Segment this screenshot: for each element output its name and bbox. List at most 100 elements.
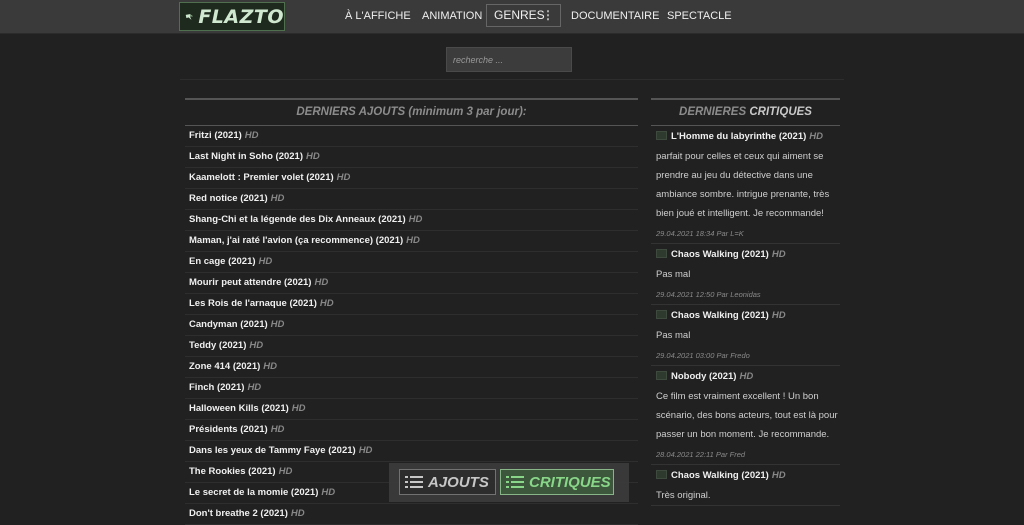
review-thumbnail-icon [656,310,667,319]
hd-badge: HD [270,424,285,435]
review-item: Chaos Walking (2021) HD Pas mal 29.04.2021 … [651,246,840,305]
hd-badge: HD [270,193,285,204]
list-icon [405,476,423,488]
review-meta: 29.04.2021 18:34 Par L=K [656,229,744,238]
hd-badge: HD [336,172,351,183]
review-title-link[interactable]: Chaos Walking (2021) HD [656,467,840,485]
hd-badge: HD [258,256,273,267]
latest-item[interactable]: Don't breathe 2 (2021) HD [185,504,638,525]
latest-item-title: Présidents (2021) [189,424,268,435]
review-thumbnail-icon [656,131,667,140]
review-thumbnail-icon [656,249,667,258]
latest-item-title: En cage (2021) [189,256,256,267]
review-title-link[interactable]: L'Homme du labyrinthe (2021) HD [656,128,840,146]
latest-item-title: Dans les yeux de Tammy Faye (2021) [189,445,356,456]
latest-item[interactable]: Dans les yeux de Tammy Faye (2021) HD [185,441,638,462]
review-text: Pas mal [656,269,691,280]
review-text: Ce film est vraiment excellent ! Un bon … [656,391,838,440]
latest-item-title: Fritzi (2021) [189,130,242,141]
reviews-heading-strong: CRITIQUES [749,106,812,118]
review-item: Chaos Walking (2021) HD Pas mal 29.04.2021 … [651,307,840,366]
latest-item[interactable]: Teddy (2021) HD [185,336,638,357]
nav-a-laffiche[interactable]: À L'AFFICHE [345,0,411,33]
latest-item-title: Le secret de la momie (2021) [189,487,319,498]
latest-item-title: Candyman (2021) [189,319,268,330]
review-text: Très original. [656,490,711,501]
latest-item[interactable]: En cage (2021) HD [185,252,638,273]
latest-reviews-panel: DERNIERES CRITIQUES L'Homme du labyrinth… [651,98,840,506]
logo-mark-icon [185,13,193,20]
review-title: L'Homme du labyrinthe (2021) [671,131,807,142]
tab-ajouts[interactable]: AJOUTS [399,469,496,495]
hd-badge: HD [406,235,420,246]
review-meta: 28.04.2021 22:11 Par Fred [656,450,746,459]
more-vertical-icon: ⋮ [542,8,554,22]
review-item: Chaos Walking (2021) HD Très original. [651,467,840,506]
divider [180,79,844,80]
review-title: Chaos Walking (2021) [671,470,769,481]
tab-ajouts-label: AJOUTS [428,473,489,491]
nav-genres-dropdown[interactable]: GENRES ⋮ [486,4,561,27]
hd-badge: HD [278,466,293,477]
latest-item[interactable]: Finch (2021) HD [185,378,638,399]
latest-item-title: Teddy (2021) [189,340,247,351]
latest-item-title: The Rookies (2021) [189,466,276,477]
tab-critiques-label: CRITIQUES [529,473,611,491]
review-title: Chaos Walking (2021) [671,249,769,260]
latest-item-title: Les Rois de l'arnaque (2021) [189,298,317,309]
latest-item[interactable]: Mourir peut attendre (2021) HD [185,273,638,294]
latest-item[interactable]: Halloween Kills (2021) HD [185,399,638,420]
hd-badge: HD [739,371,754,382]
review-thumbnail-icon [656,470,667,479]
hd-badge: HD [247,382,262,393]
review-item: Nobody (2021) HD Ce film est vraiment exce… [651,368,840,465]
latest-item[interactable]: Maman, j'ai raté l'avion (ça recommence)… [185,231,638,252]
reviews-heading-prefix: DERNIERES [679,106,747,118]
latest-item[interactable]: Last Night in Soho (2021) HD [185,147,638,168]
nav-animation[interactable]: ANIMATION [422,0,482,33]
review-title: Chaos Walking (2021) [671,310,769,321]
hd-badge: HD [771,470,786,481]
hd-badge: HD [358,445,373,456]
review-meta: 29.04.2021 03:00 Par Fredo [656,351,750,360]
latest-item[interactable]: Kaamelott : Premier volet (2021) HD [185,168,638,189]
nav-spectacle[interactable]: SPECTACLE [667,0,732,33]
latest-item[interactable]: Candyman (2021) HD [185,315,638,336]
latest-item[interactable]: Présidents (2021) HD [185,420,638,441]
review-title-link[interactable]: Chaos Walking (2021) HD [656,307,840,325]
latest-item-title: Don't breathe 2 (2021) [189,508,288,519]
review-list: L'Homme du labyrinthe (2021) HD parfait po… [651,128,840,506]
latest-item-title: Shang-Chi et la légende des Dix Anneaux … [189,214,406,225]
latest-item[interactable]: Zone 414 (2021) HD [185,357,638,378]
site-logo[interactable]: FLAZTO [179,2,285,31]
tab-switcher: AJOUTS CRITIQUES [389,463,629,502]
review-title-link[interactable]: Chaos Walking (2021) HD [656,246,840,264]
latest-additions-heading: DERNIERS AJOUTS (minimum 3 par jour): [185,98,638,126]
latest-item-title: Halloween Kills (2021) [189,403,289,414]
latest-item[interactable]: Shang-Chi et la légende des Dix Anneaux … [185,210,638,231]
latest-item[interactable]: Fritzi (2021) HD [185,126,638,147]
review-text: Pas mal [656,330,691,341]
hd-badge: HD [249,340,264,351]
hd-badge: HD [319,298,334,309]
nav-documentaire[interactable]: DOCUMENTAIRE [571,0,659,33]
hd-badge: HD [290,508,305,519]
hd-badge: HD [244,130,259,141]
hd-badge: HD [306,151,320,162]
review-thumbnail-icon [656,371,667,380]
hd-badge: HD [263,361,278,372]
review-title: Nobody (2021) [671,371,737,382]
latest-item-title: Mourir peut attendre (2021) [189,277,312,288]
review-text: parfait pour celles et ceux qui aiment s… [656,151,830,219]
hd-badge: HD [771,310,786,321]
tab-critiques[interactable]: CRITIQUES [500,469,614,495]
review-title-link[interactable]: Nobody (2021) HD [656,368,840,386]
latest-item[interactable]: Les Rois de l'arnaque (2021) HD [185,294,638,315]
search-input[interactable] [446,47,572,72]
hd-badge: HD [291,403,306,414]
latest-item-title: Red notice (2021) [189,193,268,204]
latest-item[interactable]: Red notice (2021) HD [185,189,638,210]
hd-badge: HD [771,249,786,260]
review-item: L'Homme du labyrinthe (2021) HD parfait po… [651,128,840,244]
hd-badge: HD [270,319,285,330]
